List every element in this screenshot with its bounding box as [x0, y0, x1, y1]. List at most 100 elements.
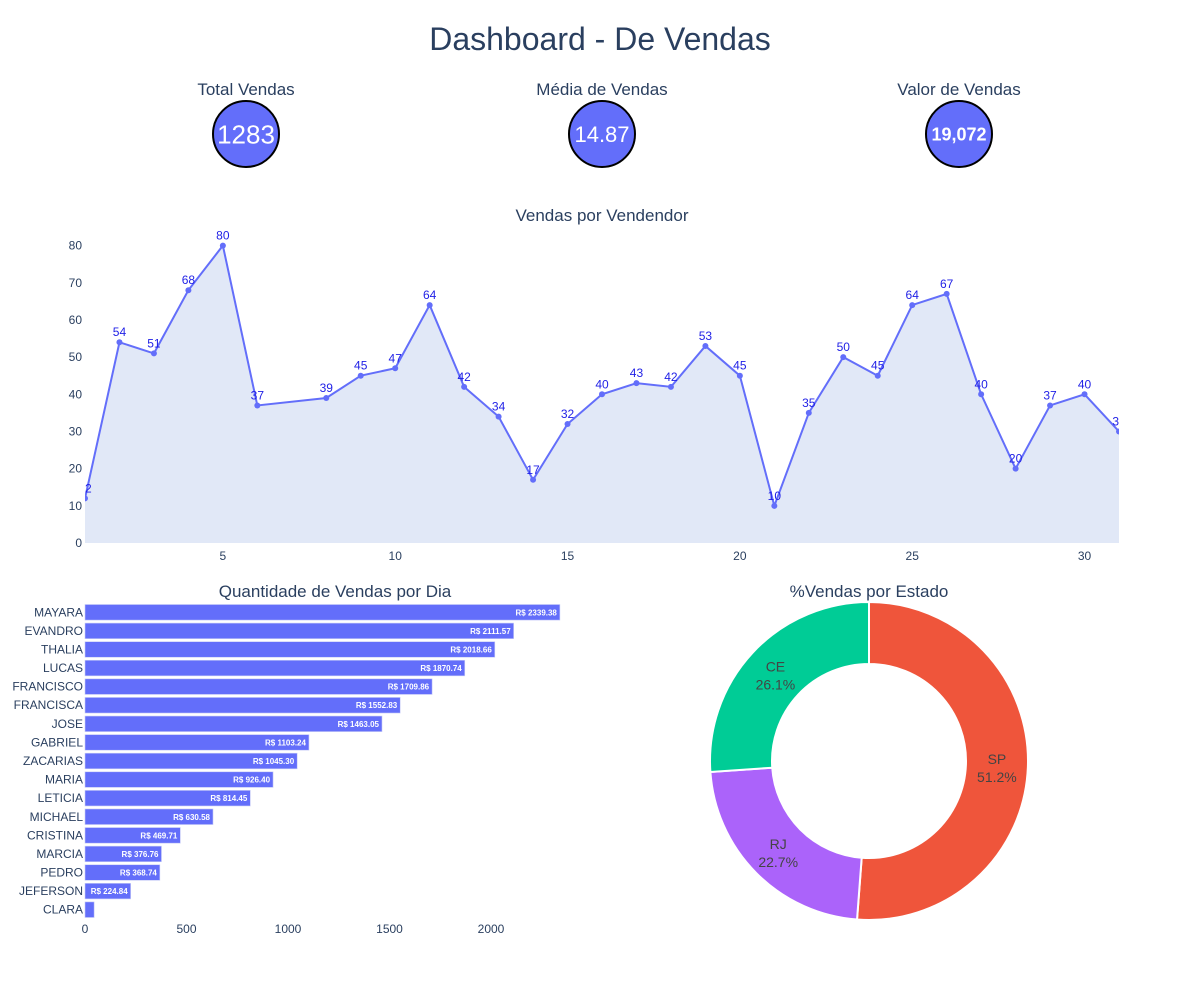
- bar-value-label: R$ 1103.24: [265, 738, 306, 747]
- data-point: [667, 383, 674, 390]
- x-tick-label: 25: [906, 549, 920, 563]
- data-point: [116, 339, 123, 346]
- bar-value-label: R$ 2111.57: [470, 627, 511, 636]
- x-tick-label: 500: [176, 922, 196, 936]
- data-point: [495, 413, 502, 420]
- category-label: CLARA: [43, 903, 83, 917]
- data-label: 42: [664, 370, 678, 384]
- bar-value-label: R$ 2339.38: [516, 608, 558, 617]
- bar: [84, 641, 496, 658]
- y-tick-label: 30: [69, 424, 83, 438]
- data-point: [943, 290, 950, 297]
- data-point: [736, 372, 743, 379]
- data-label: 50: [837, 340, 851, 354]
- data-label: 20: [1009, 452, 1023, 466]
- slice-percent: 26.1%: [756, 677, 796, 693]
- data-label: 35: [802, 396, 816, 410]
- category-label: ZACARIAS: [23, 754, 83, 768]
- page-title: Dashboard - De Vendas: [429, 21, 771, 57]
- data-point: [633, 380, 640, 387]
- data-label: 54: [113, 325, 127, 339]
- data-label: 10: [768, 489, 782, 503]
- bar-value-label: R$ 926.40: [233, 776, 270, 785]
- data-point: [564, 421, 571, 428]
- category-label: LUCAS: [43, 661, 83, 675]
- data-label: 43: [630, 366, 644, 380]
- bar: [84, 659, 466, 677]
- category-label: THALIA: [41, 642, 83, 656]
- bar-value-label: R$ 630.58: [173, 813, 210, 822]
- data-point: [219, 242, 226, 249]
- indicator-label: Média de Vendas: [536, 80, 667, 99]
- data-point: [771, 502, 778, 509]
- data-label: 47: [389, 351, 403, 365]
- category-label: MARIA: [45, 773, 83, 787]
- data-point: [530, 476, 537, 483]
- x-tick-label: 2000: [478, 922, 505, 936]
- y-tick-label: 40: [69, 387, 83, 401]
- category-label: MARCIA: [36, 847, 83, 861]
- bar-value-label: R$ 1709.86: [388, 683, 430, 692]
- slice-label: SP: [988, 751, 1007, 767]
- data-point: [874, 372, 881, 379]
- bar: [84, 622, 514, 639]
- indicator-value: 14.87: [574, 122, 629, 147]
- bar-value-label: R$ 224.84: [91, 887, 128, 896]
- slice-label: RJ: [770, 836, 787, 852]
- bar: [84, 678, 433, 695]
- data-point: [185, 287, 192, 294]
- dashboard: Dashboard - De Vendas Total Vendas 1283 Mé…: [0, 0, 1200, 1000]
- data-point: [1012, 465, 1019, 472]
- y-tick-label: 80: [69, 239, 83, 253]
- x-tick-label: 5: [220, 549, 227, 563]
- data-point: [323, 395, 330, 402]
- bar-value-label: R$ 814.45: [210, 794, 247, 803]
- data-point: [1116, 428, 1119, 435]
- data-label: 42: [457, 370, 471, 384]
- data-point: [840, 354, 847, 361]
- data-label: 32: [561, 407, 575, 421]
- category-label: FRANCISCA: [14, 698, 83, 712]
- data-label: 34: [492, 400, 506, 414]
- bar-value-label: R$ 1870.74: [420, 664, 462, 673]
- data-label: 40: [1078, 377, 1092, 391]
- data-point: [702, 342, 709, 349]
- category-label: GABRIEL: [31, 735, 83, 749]
- bar-value-label: R$ 2018.66: [450, 645, 492, 654]
- data-label: 39: [320, 381, 334, 395]
- x-tick-label: 15: [561, 549, 575, 563]
- category-label: CRISTINA: [27, 828, 83, 842]
- data-label: 40: [595, 377, 609, 391]
- bar: [84, 901, 95, 918]
- data-point: [909, 302, 916, 309]
- data-point: [805, 409, 812, 416]
- bar-value-label: R$ 1463.05: [338, 720, 380, 729]
- data-label: 64: [906, 288, 920, 302]
- bar: [84, 604, 561, 621]
- x-tick-label: 20: [733, 549, 747, 563]
- data-point: [150, 350, 157, 357]
- data-point: [599, 391, 605, 398]
- x-tick-label: 1500: [376, 922, 403, 936]
- data-label: 40: [974, 377, 988, 391]
- bar-value-label: R$ 1552.83: [356, 701, 398, 710]
- bar-chart-title: Quantidade de Vendas por Dia: [219, 582, 452, 601]
- category-label: MAYARA: [34, 605, 83, 619]
- category-label: MICHAEL: [30, 810, 84, 824]
- donut-chart: %Vendas por Estado SP 51.2% RJ 22.7% CE 26.1%: [709, 582, 1030, 921]
- category-label: JEFERSON: [19, 884, 83, 898]
- bar-value-label: R$ 376.76: [122, 850, 159, 859]
- data-label: 30: [1112, 414, 1126, 428]
- slice-percent: 22.7%: [758, 854, 798, 870]
- data-point: [1081, 391, 1088, 398]
- data-label: 64: [423, 288, 437, 302]
- data-point: [254, 402, 261, 409]
- data-point: [461, 383, 468, 390]
- slice-percent: 51.2%: [977, 769, 1017, 785]
- line-chart-title: Vendas por Vendendor: [516, 206, 689, 225]
- x-tick-label: 0: [82, 922, 89, 936]
- bar-value-label: R$ 1045.30: [253, 757, 295, 766]
- y-tick-label: 50: [69, 350, 83, 364]
- bar: [84, 697, 401, 714]
- donut-chart-title: %Vendas por Estado: [790, 582, 949, 601]
